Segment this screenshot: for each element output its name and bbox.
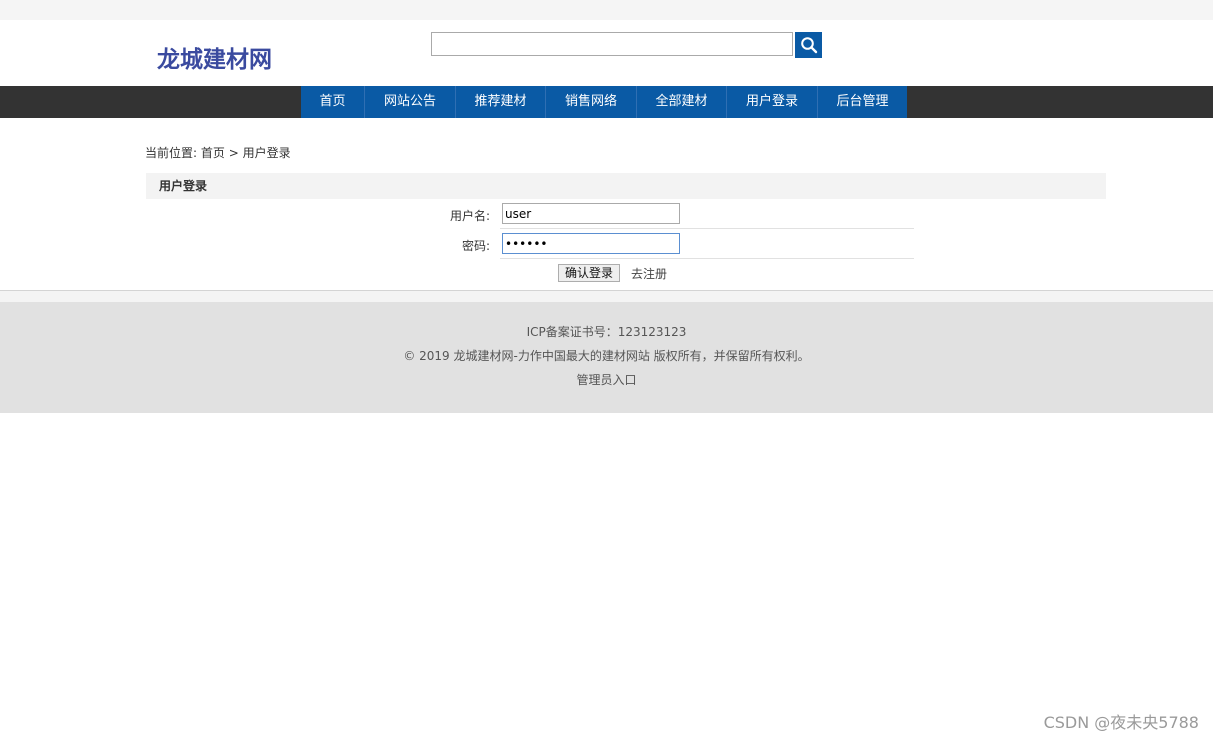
- nav-item-announcements[interactable]: 网站公告: [365, 86, 456, 118]
- breadcrumb-current: 用户登录: [242, 146, 291, 160]
- username-row: 用户名:: [302, 199, 914, 229]
- username-input[interactable]: [502, 203, 680, 224]
- nav-item-home[interactable]: 首页: [301, 86, 365, 118]
- confirm-login-button[interactable]: 确认登录: [558, 264, 621, 282]
- nav-item-all-materials[interactable]: 全部建材: [637, 86, 727, 118]
- site-footer: ICP备案证书号：123123123 © 2019 龙城建材网-力作中国最大的建…: [0, 302, 1213, 413]
- search-input[interactable]: [431, 32, 793, 56]
- nav-item-sales-network[interactable]: 销售网络: [546, 86, 637, 118]
- password-label: 密码:: [461, 239, 490, 253]
- form-actions: 确认登录 去注册: [558, 264, 667, 282]
- breadcrumb-prefix: 当前位置:: [145, 146, 198, 160]
- search-button[interactable]: [795, 32, 822, 58]
- register-link[interactable]: 去注册: [631, 265, 667, 282]
- nav-item-recommended[interactable]: 推荐建材: [456, 86, 546, 118]
- main-content: 当前位置: 首页 > 用户登录 用户登录 用户名: 密码: 确认登录 去注册: [0, 118, 1213, 290]
- nav-item-user-login[interactable]: 用户登录: [727, 86, 818, 118]
- password-row: 密码:: [302, 229, 914, 259]
- row-divider: [500, 258, 914, 259]
- site-header: 龙城建材网: [0, 20, 1213, 86]
- password-input[interactable]: [502, 233, 680, 254]
- main-navbar: 首页 网站公告 推荐建材 销售网络 全部建材 用户登录 后台管理: [0, 86, 1213, 118]
- breadcrumb-home-link[interactable]: 首页: [201, 146, 225, 160]
- footer-copyright: © 2019 龙城建材网-力作中国最大的建材网站 版权所有，并保留所有权利。: [403, 349, 810, 363]
- search-icon: [800, 37, 817, 54]
- top-strip: [0, 0, 1213, 20]
- panel-title-text: 用户登录: [159, 179, 208, 193]
- username-label: 用户名:: [449, 209, 490, 223]
- footer-gap: [0, 291, 1213, 302]
- footer-admin-row: 管理员入口: [0, 371, 1213, 388]
- breadcrumb: 当前位置: 首页 > 用户登录: [145, 144, 291, 161]
- search-bar: [431, 32, 822, 58]
- site-logo[interactable]: 龙城建材网: [157, 40, 272, 74]
- watermark: CSDN @夜未央5788: [1043, 713, 1199, 732]
- admin-entry-link[interactable]: 管理员入口: [576, 373, 636, 387]
- nav-item-admin[interactable]: 后台管理: [818, 86, 907, 118]
- footer-icp: ICP备案证书号：123123123: [526, 325, 687, 339]
- panel-title: 用户登录: [146, 173, 1106, 199]
- nav-menu: 首页 网站公告 推荐建材 销售网络 全部建材 用户登录 后台管理: [301, 86, 907, 118]
- breadcrumb-separator: >: [228, 146, 239, 160]
